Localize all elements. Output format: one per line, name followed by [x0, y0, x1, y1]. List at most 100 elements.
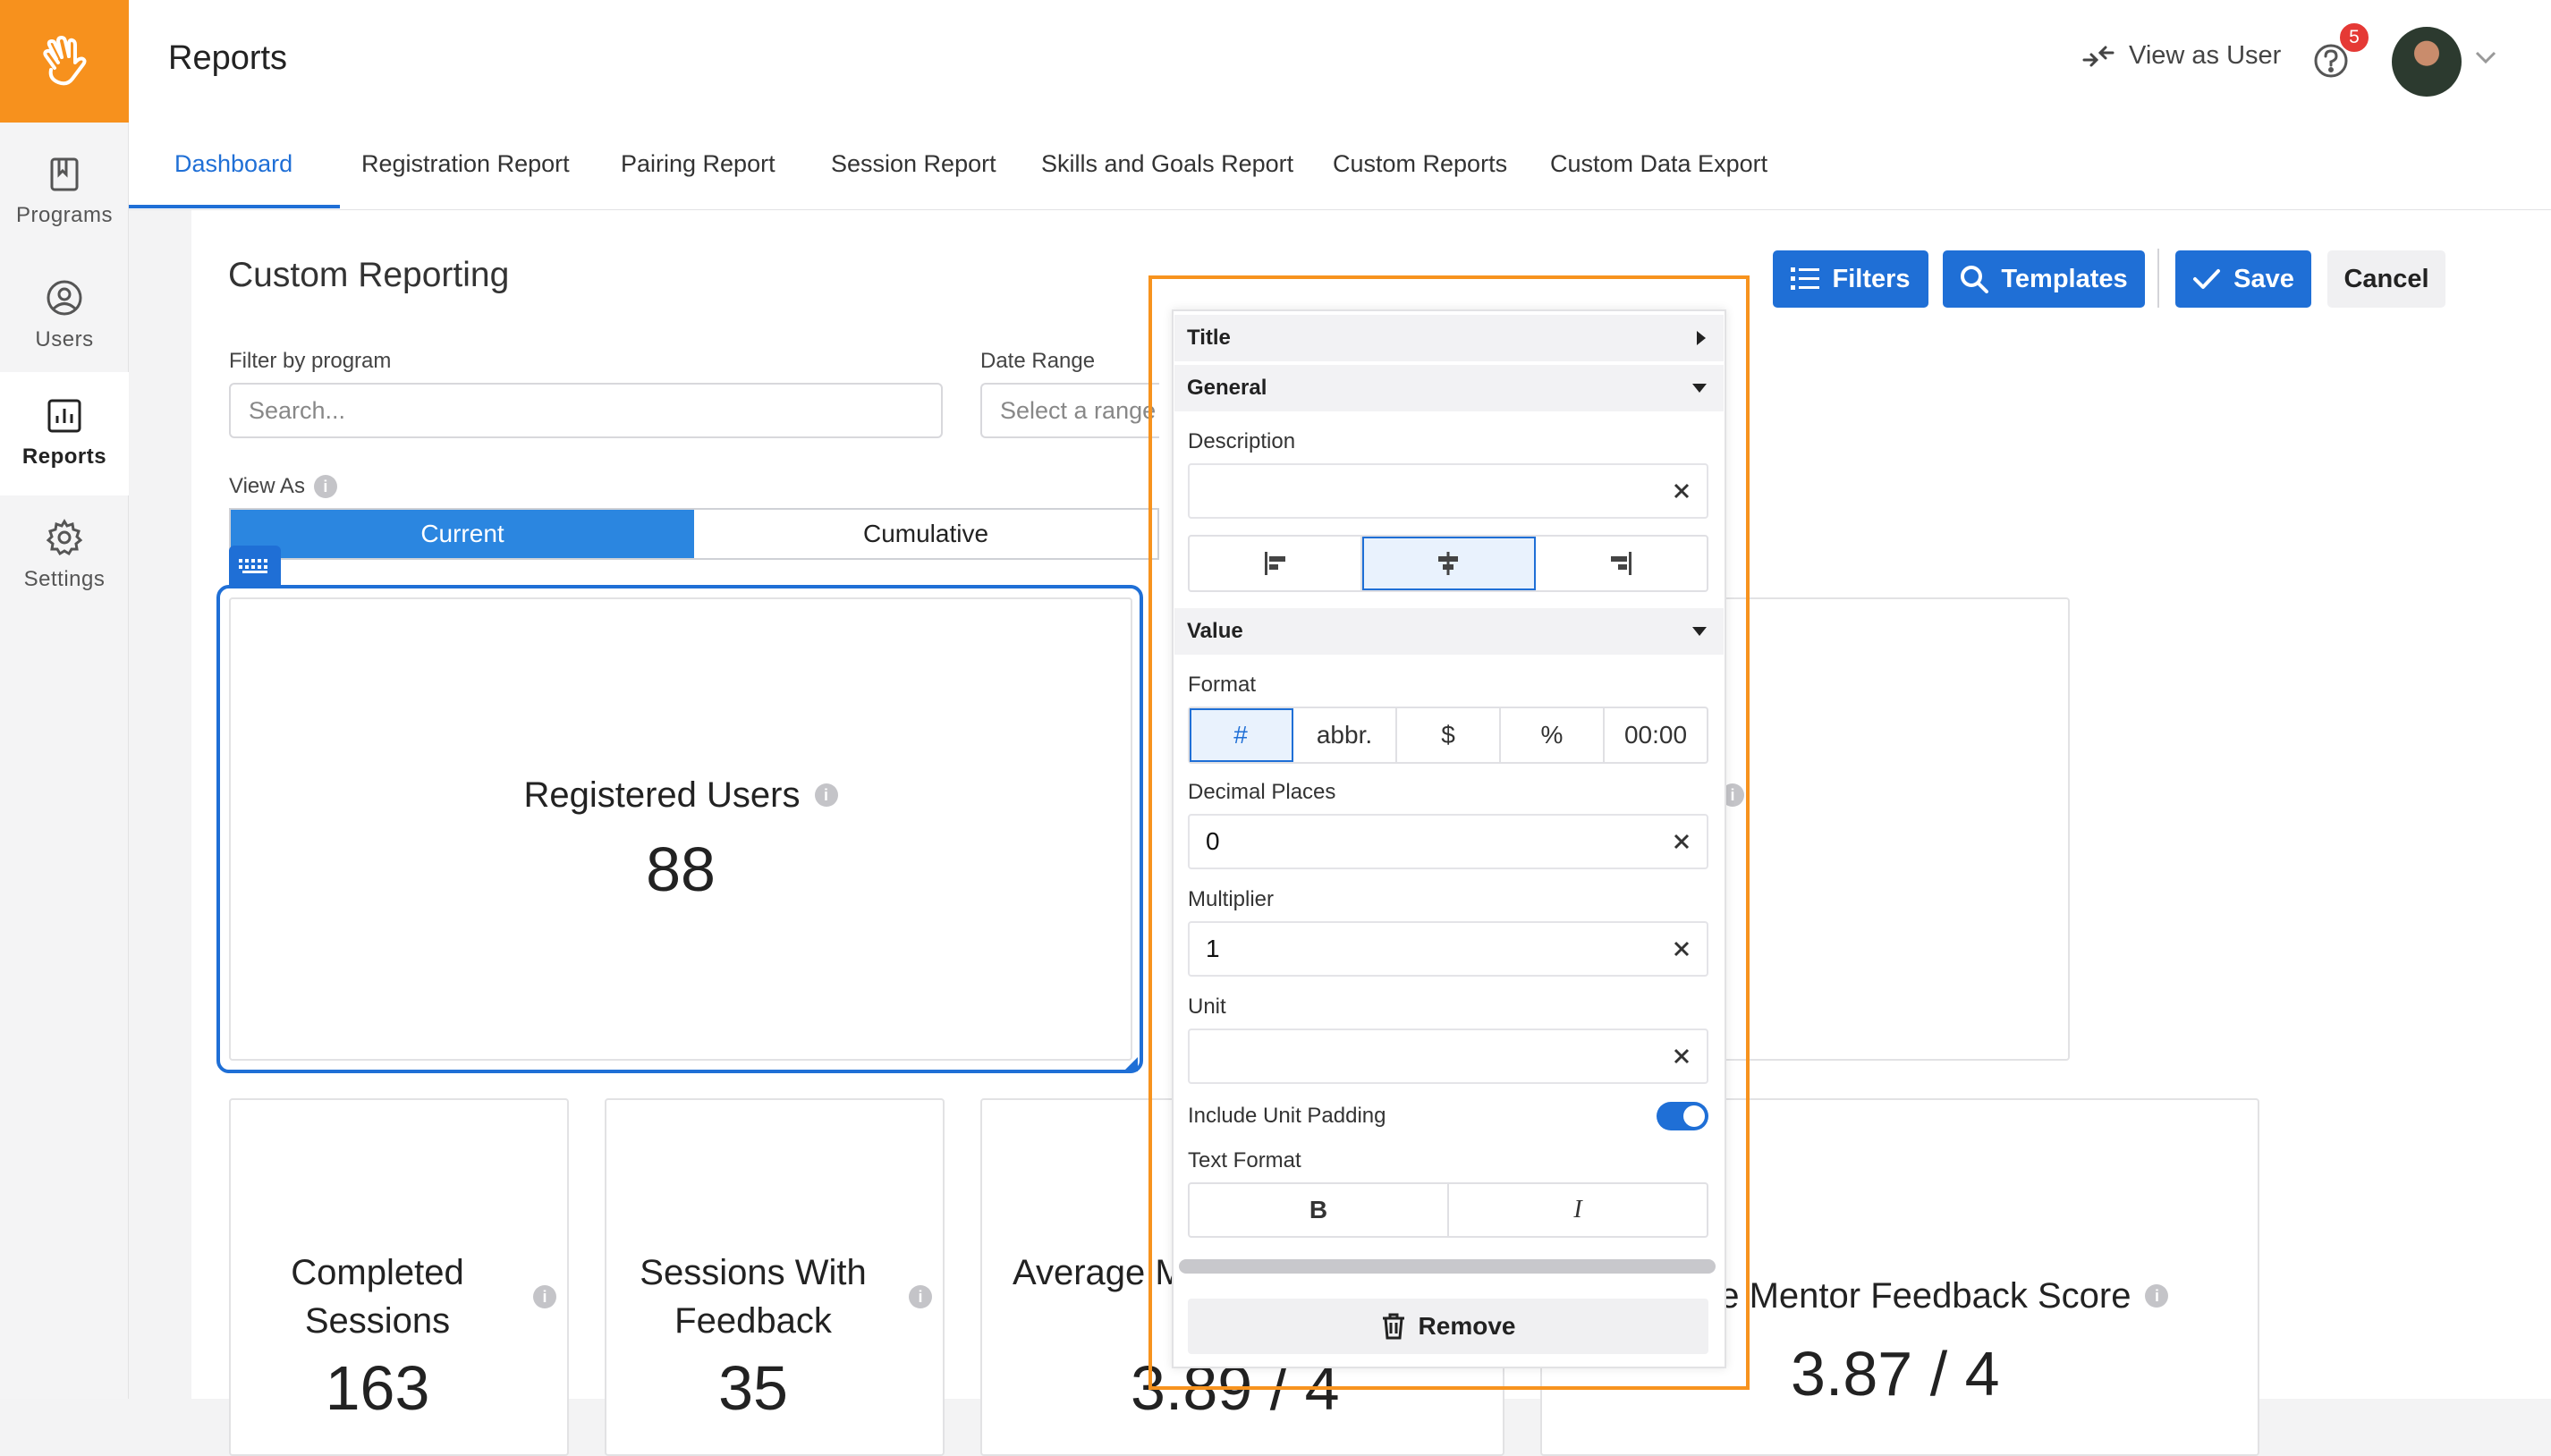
- avatar[interactable]: [2392, 27, 2462, 97]
- filters-label: Filters: [1832, 264, 1911, 293]
- swap-arrows-icon: [2082, 46, 2115, 66]
- info-icon[interactable]: i: [2145, 1284, 2169, 1308]
- close-icon[interactable]: [1673, 1047, 1691, 1065]
- date-range-label: Date Range: [980, 349, 1096, 373]
- tab-dashboard[interactable]: Dashboard: [174, 150, 292, 178]
- italic-button[interactable]: I: [1449, 1184, 1707, 1236]
- unit-label: Unit: [1188, 995, 1226, 1019]
- format-time-button[interactable]: 00:00: [1605, 708, 1707, 762]
- decimal-places-value: 0: [1206, 827, 1220, 855]
- info-icon[interactable]: i: [313, 475, 337, 498]
- tab-skills-and-goals-report[interactable]: Skills and Goals Report: [1041, 150, 1293, 178]
- top-bar: [129, 0, 2551, 210]
- sidebar-item-programs[interactable]: Programs: [0, 131, 129, 254]
- align-left-icon: [1264, 552, 1285, 575]
- close-icon[interactable]: [1673, 833, 1691, 851]
- view-as-user-label: View as User: [2129, 41, 2282, 70]
- tile-value: 88: [646, 834, 716, 904]
- active-tab-indicator: [129, 205, 340, 208]
- align-right-button[interactable]: [1536, 537, 1707, 590]
- sidebar-item-users[interactable]: Users: [0, 254, 129, 377]
- bar-chart-icon: [47, 399, 81, 433]
- filters-button[interactable]: Filters: [1773, 250, 1928, 308]
- notification-badge: 5: [2338, 21, 2370, 54]
- align-left-button[interactable]: [1190, 537, 1363, 590]
- decimal-places-input[interactable]: 0: [1188, 814, 1708, 869]
- drag-handle-icon[interactable]: [229, 546, 281, 587]
- save-label: Save: [2233, 264, 2294, 293]
- format-label: Format: [1188, 673, 1257, 697]
- tab-pairing-report[interactable]: Pairing Report: [621, 150, 775, 178]
- tile-title-line: Feedback: [674, 1301, 832, 1341]
- date-range-input[interactable]: Select a range: [980, 383, 1159, 438]
- sidebar-item-reports[interactable]: Reports: [0, 372, 129, 495]
- section-title-header[interactable]: Title: [1174, 315, 1724, 361]
- tile-value: 35: [718, 1353, 788, 1423]
- remove-button[interactable]: Remove: [1188, 1299, 1708, 1354]
- info-icon[interactable]: i: [909, 1285, 932, 1308]
- cancel-button[interactable]: Cancel: [2327, 250, 2445, 308]
- format-percent-button[interactable]: %: [1501, 708, 1605, 762]
- waving-hand-icon: [43, 35, 87, 85]
- view-as-field: View As i: [229, 474, 337, 499]
- info-icon[interactable]: i: [814, 783, 838, 807]
- remove-label: Remove: [1418, 1312, 1516, 1340]
- view-as-user-link[interactable]: View as User: [2081, 41, 2281, 71]
- unit-padding-label: Include Unit Padding: [1188, 1104, 1386, 1128]
- view-as-label: View As: [229, 474, 305, 498]
- save-button[interactable]: Save: [2175, 250, 2311, 308]
- tile-hidden[interactable]: [1699, 597, 2070, 1061]
- view-as-current[interactable]: Current: [231, 510, 694, 558]
- book-icon: [50, 157, 79, 191]
- user-circle-icon: [47, 280, 82, 316]
- description-label: Description: [1188, 429, 1296, 453]
- tab-session-report[interactable]: Session Report: [831, 150, 996, 178]
- checkmark-icon: [2193, 269, 2221, 289]
- toggle-knob: [1683, 1105, 1705, 1127]
- format-currency-button[interactable]: $: [1397, 708, 1501, 762]
- tab-custom-data-export[interactable]: Custom Data Export: [1550, 150, 1767, 178]
- tab-custom-reports[interactable]: Custom Reports: [1333, 150, 1507, 178]
- close-icon[interactable]: [1673, 482, 1691, 500]
- format-abbr-button[interactable]: abbr.: [1293, 708, 1397, 762]
- description-input[interactable]: [1188, 463, 1708, 519]
- tile-title: Completed Sessions: [229, 1249, 526, 1345]
- tile-title-row: Registered Users i: [229, 771, 1132, 819]
- info-icon[interactable]: i: [533, 1285, 556, 1308]
- view-as-cumulative[interactable]: Cumulative: [694, 510, 1157, 558]
- tab-registration-report[interactable]: Registration Report: [361, 150, 570, 178]
- templates-label: Templates: [2001, 264, 2128, 293]
- text-format-label: Text Format: [1188, 1148, 1301, 1172]
- align-center-button[interactable]: [1362, 537, 1536, 590]
- panel-scrollbar[interactable]: [1179, 1259, 1716, 1274]
- view-as-toggle: Current Cumulative: [229, 508, 1159, 560]
- page-header-title: Reports: [168, 39, 288, 77]
- logo[interactable]: [0, 0, 129, 123]
- sidebar-item-label: Users: [35, 327, 94, 351]
- trash-icon: [1382, 1313, 1404, 1340]
- search-icon: [1961, 266, 1989, 293]
- caret-right-icon: [1697, 331, 1706, 345]
- tile-value: 3.87 / 4: [1791, 1339, 2000, 1409]
- format-group: # abbr. $ % 00:00: [1188, 707, 1708, 764]
- decimal-places-label: Decimal Places: [1188, 780, 1336, 804]
- section-general-header[interactable]: General: [1174, 365, 1724, 411]
- section-value-header[interactable]: Value: [1174, 608, 1724, 655]
- multiplier-input[interactable]: 1: [1188, 921, 1708, 977]
- alignment-group: [1188, 535, 1708, 592]
- sidebar-item-settings[interactable]: Settings: [0, 494, 129, 617]
- templates-button[interactable]: Templates: [1943, 250, 2145, 308]
- format-number-button[interactable]: #: [1190, 708, 1293, 762]
- tile-title: Registered Users: [523, 775, 801, 815]
- sidebar-item-label: Settings: [23, 567, 106, 591]
- sidebar-item-label: Reports: [21, 444, 107, 469]
- program-search-input[interactable]: Search...: [229, 383, 943, 438]
- toolbar-divider: [2157, 249, 2159, 308]
- bold-button[interactable]: B: [1190, 1184, 1449, 1236]
- resize-handle-icon[interactable]: [1123, 1057, 1138, 1071]
- close-icon[interactable]: [1673, 940, 1691, 958]
- chevron-down-icon[interactable]: [2474, 50, 2497, 64]
- unit-input[interactable]: [1188, 1029, 1708, 1084]
- tile-title-line: Sessions With: [640, 1253, 867, 1292]
- list-icon: [1791, 267, 1820, 290]
